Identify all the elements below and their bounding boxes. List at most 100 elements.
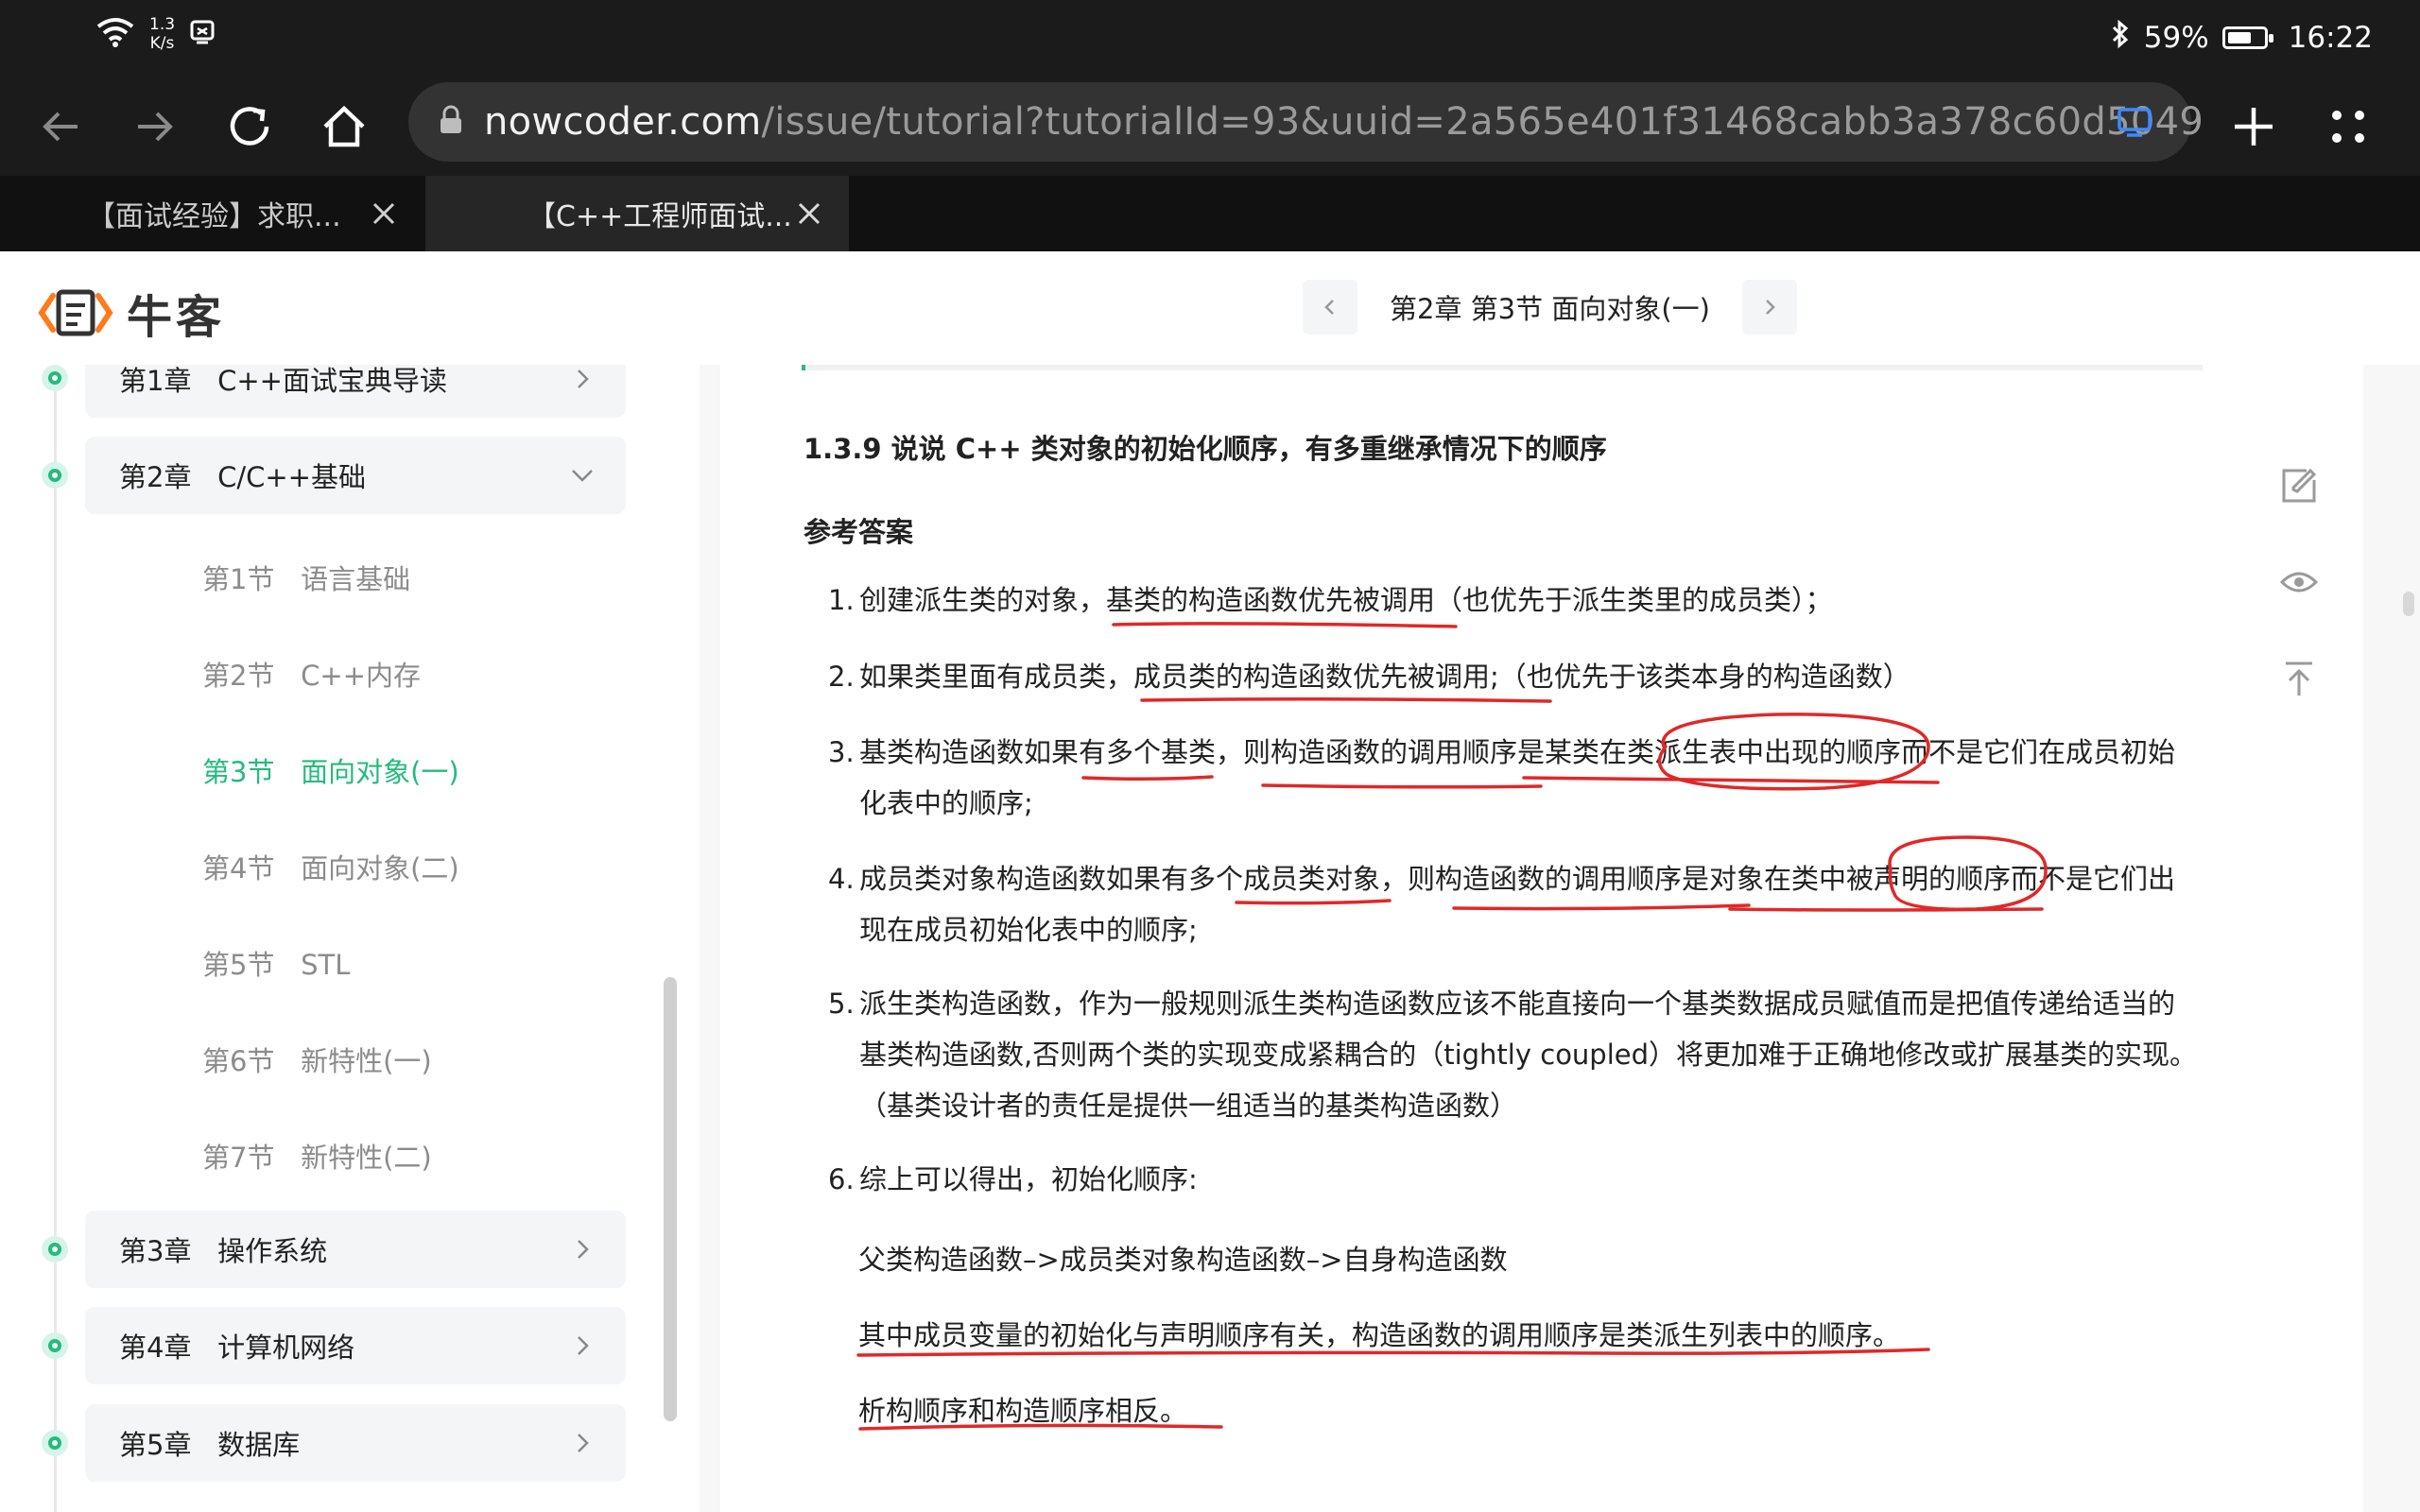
chevron-right-icon <box>578 1240 589 1259</box>
chevron-right-icon <box>578 1434 589 1452</box>
bluetooth-icon <box>2110 19 2131 57</box>
content-gutter-left <box>700 365 720 1512</box>
chevron-right-icon <box>578 369 589 388</box>
reload-button[interactable] <box>219 96 280 157</box>
forward-button[interactable] <box>125 96 185 157</box>
next-section-button[interactable] <box>1741 280 1797 335</box>
back-button[interactable] <box>30 96 91 157</box>
chapter-item-5[interactable]: 第5章 数据库 <box>85 1404 626 1482</box>
battery-fill <box>2227 32 2252 43</box>
chapter-navigator: 第2章 第3节 面向对象(一) <box>1303 280 1797 335</box>
chapter-dot <box>42 462 68 489</box>
answer-item-4: 4. 成员类对象构造函数如果有多个成员类对象，则构造函数的调用顺序是对象在类中被… <box>828 853 2199 955</box>
url-path: /issue/tutorial?tutorialId=93&uuid=2a565… <box>761 100 2204 144</box>
chapter-label: 第2章 C/C++基础 <box>119 461 366 493</box>
chapter-label: 第4章 计算机网络 <box>119 1332 355 1364</box>
nowcoder-logo-icon <box>38 289 113 336</box>
answer-item-6: 6. 综上可以得出，初始化顺序: <box>828 1154 2199 1205</box>
network-speed: 1.3 K/s <box>149 15 175 53</box>
arrow-right-icon <box>138 112 173 142</box>
site-logo[interactable]: 牛客 <box>38 280 225 346</box>
reload-icon <box>230 107 269 146</box>
item-text: 成员类对象构造函数如果有多个成员类对象，则构造函数的调用顺序是对象在类中被声明的… <box>859 863 2176 946</box>
chapter-item-3[interactable]: 第3章 操作系统 <box>85 1211 626 1288</box>
home-icon <box>323 105 365 147</box>
section-item-7[interactable]: 第7节 新特性(二) <box>202 1136 432 1176</box>
tab-title: 【面试经验】求职... <box>87 200 341 233</box>
note-button[interactable] <box>2273 459 2325 512</box>
section-item-3[interactable]: 第3节 面向对象(一) <box>202 750 459 790</box>
wifi-icon <box>95 15 136 53</box>
sidebar-scrollbar[interactable] <box>664 977 677 1421</box>
lock-icon <box>439 105 463 139</box>
tab-bar: 【面试经验】求职... 【C++工程师面试... <box>0 176 2420 251</box>
home-button[interactable] <box>314 96 374 157</box>
network-speed-unit: K/s <box>149 34 175 53</box>
url-domain: nowcoder.com <box>484 100 762 144</box>
item-number: 3. <box>828 736 855 768</box>
tab-cpp-interview[interactable]: 【C++工程师面试... <box>425 176 849 251</box>
chapter-label: 第5章 数据库 <box>119 1429 301 1461</box>
chapter-label: 第1章 C++面试宝典导读 <box>119 365 447 397</box>
current-section-title: 第2章 第3节 面向对象(一) <box>1390 293 1710 325</box>
section-item-1[interactable]: 第1节 语言基础 <box>202 558 410 597</box>
section-item-6[interactable]: 第6节 新特性(一) <box>202 1040 432 1079</box>
sim-icon <box>188 18 216 50</box>
item-number: 4. <box>828 863 855 895</box>
url-text[interactable]: nowcoder.com/issue/tutorial?tutorialId=9… <box>484 100 2204 144</box>
chevron-down-icon <box>572 470 593 482</box>
answer-heading: 参考答案 <box>804 516 914 548</box>
menu-button[interactable] <box>2318 96 2378 157</box>
chapter-dot <box>42 365 68 391</box>
view-button[interactable] <box>2273 556 2325 609</box>
content-gutter-right <box>2363 365 2420 1512</box>
status-left: 1.3 K/s <box>95 15 216 53</box>
battery-percent: 59% <box>2143 21 2209 55</box>
answer-item-2: 2. 如果类里面有成员类，成员类的构造函数优先被调用;（也优先于该类本身的构造函… <box>828 651 2199 702</box>
new-tab-button[interactable] <box>2223 96 2284 157</box>
prev-section-button[interactable] <box>1303 280 1357 335</box>
page-scrollbar[interactable] <box>2403 592 2414 616</box>
system-status-bar: 1.3 K/s 59% 16:22 <box>0 0 2420 77</box>
section-item-2[interactable]: 第2节 C++内存 <box>202 654 421 694</box>
tab-interview-experience[interactable]: 【面试经验】求职... <box>0 176 424 251</box>
item-text: 基类构造函数如果有多个基类，则构造函数的调用顺序是某类在类派生表中出现的顺序而不… <box>859 736 2176 819</box>
page-header: 牛客 第2章 第3节 面向对象(一) <box>0 251 2420 369</box>
item-number: 1. <box>828 584 855 616</box>
chevron-left-icon <box>1324 300 1334 315</box>
answer-item-5: 5. 派生类构造函数，作为一般规则派生类构造函数应该不能直接向一个基类数据成员赋… <box>828 978 2199 1131</box>
item-number: 6. <box>828 1163 855 1195</box>
battery-icon <box>2221 26 2273 49</box>
section-item-5[interactable]: 第5节 STL <box>202 943 350 983</box>
chevron-right-icon <box>1766 300 1775 315</box>
eye-icon <box>2279 572 2319 593</box>
plus-icon <box>2235 108 2273 146</box>
item-text: 综上可以得出，初始化顺序: <box>859 1163 1198 1195</box>
answer-item-1: 1. 创建派生类的对象，基类的构造函数优先被调用（也优先于派生类里的成员类）； <box>828 575 2199 626</box>
article-divider <box>802 365 2203 370</box>
sidebar-toc: 第1章 C++面试宝典导读 第2章 C/C++基础 第1节 语言基础 第2节 C… <box>0 365 700 1512</box>
back-to-top-button[interactable] <box>2273 652 2325 705</box>
chapter-dot <box>42 1332 68 1359</box>
back-to-top-icon <box>2286 662 2312 696</box>
screen-mirror-icon[interactable] <box>2116 103 2153 145</box>
address-bar[interactable]: nowcoder.com/issue/tutorial?tutorialId=9… <box>408 82 2204 162</box>
chapter-item-1[interactable]: 第1章 C++面试宝典导读 <box>85 365 626 418</box>
answer-item-3: 3. 基类构造函数如果有多个基类，则构造函数的调用顺序是某类在类派生表中出现的顺… <box>828 727 2199 829</box>
tab-title: 【C++工程师面试... <box>527 200 792 233</box>
close-icon[interactable] <box>794 198 824 229</box>
clock: 16:22 <box>2288 21 2373 55</box>
chapter-item-2[interactable]: 第2章 C/C++基础 <box>85 437 626 514</box>
chapter-item-4[interactable]: 第4章 计算机网络 <box>85 1307 626 1384</box>
logo-text: 牛客 <box>127 291 226 344</box>
summary-line-1: 父类构造函数–>成员类对象构造函数–>自身构造函数 <box>858 1244 1508 1276</box>
section-item-4[interactable]: 第4节 面向对象(二) <box>202 847 459 886</box>
item-text: 派生类构造函数，作为一般规则派生类构造函数应该不能直接向一个基类数据成员赋值而是… <box>859 988 2198 1122</box>
close-icon[interactable] <box>369 198 399 229</box>
status-right: 59% 16:22 <box>2110 19 2373 57</box>
item-text: 如果类里面有成员类，成员类的构造函数优先被调用;（也优先于该类本身的构造函数） <box>859 661 1910 693</box>
chapter-label: 第3章 操作系统 <box>119 1235 328 1267</box>
chevron-right-icon <box>578 1336 589 1355</box>
browser-toolbar: nowcoder.com/issue/tutorial?tutorialId=9… <box>0 77 2420 176</box>
network-speed-value: 1.3 <box>149 15 176 34</box>
